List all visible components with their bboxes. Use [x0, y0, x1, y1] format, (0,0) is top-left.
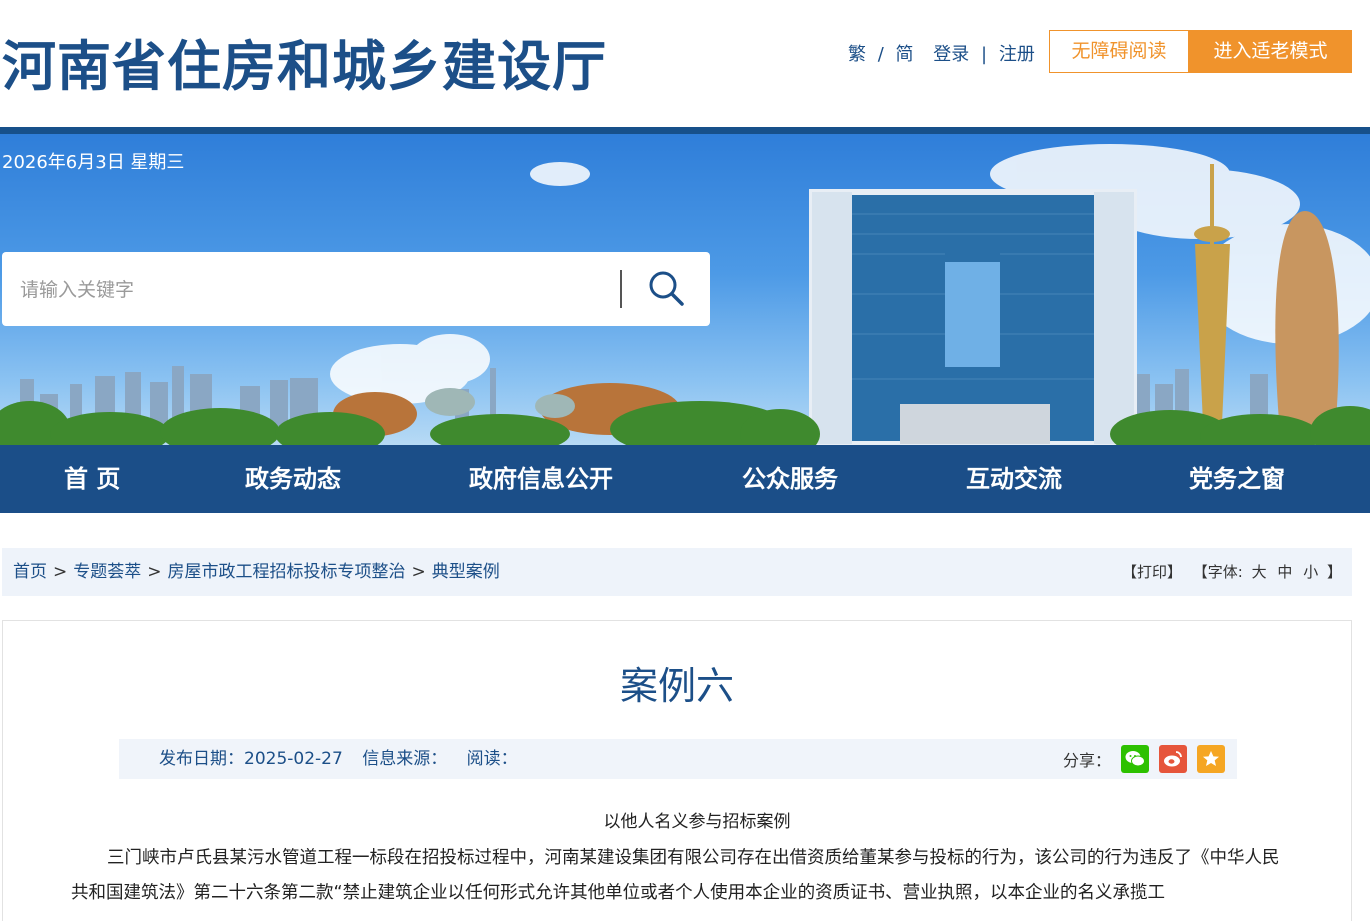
- nav-information-disclosure[interactable]: 政府信息公开: [469, 445, 613, 513]
- lang-separator: /: [877, 44, 884, 65]
- nav-home[interactable]: 首 页: [64, 445, 120, 513]
- breadcrumb-trail: 首页 > 专题荟萃 > 房屋市政工程招标投标专项整治 > 典型案例: [13, 548, 500, 596]
- font-size-label: 【字体:: [1192, 563, 1243, 581]
- accessible-reading-button[interactable]: 无障碍阅读: [1049, 30, 1189, 73]
- breadcrumb-separator: >: [411, 562, 426, 582]
- breadcrumb-topics[interactable]: 专题荟萃: [73, 562, 141, 582]
- article-meta: 发布日期：2025-02-27 信息来源： 阅读： 分享：: [119, 739, 1237, 779]
- publish-date: 发布日期：2025-02-27: [159, 749, 343, 769]
- share-label: 分享：: [1062, 751, 1111, 770]
- top-header: 河南省住房和城乡建设厅 繁 / 简 登录 | 注册 无障碍阅读 进入适老模式: [0, 0, 1370, 127]
- search-input[interactable]: [18, 266, 602, 314]
- article-container: 案例六 发布日期：2025-02-27 信息来源： 阅读： 分享： 以他人名义参…: [2, 620, 1352, 921]
- breadcrumb-separator: >: [53, 562, 68, 582]
- share-bar: 分享：: [1063, 745, 1225, 773]
- favorite-star-icon[interactable]: [1197, 745, 1225, 773]
- search-icon: [649, 271, 684, 306]
- font-medium-button[interactable]: 中: [1277, 563, 1292, 581]
- header-divider: [0, 127, 1370, 134]
- site-title[interactable]: 河南省住房和城乡建设厅: [2, 22, 607, 101]
- nav-government-news[interactable]: 政务动态: [245, 445, 341, 513]
- read-count: 阅读：: [466, 749, 518, 769]
- search-box: [2, 252, 710, 326]
- elder-mode-button[interactable]: 进入适老模式: [1189, 30, 1352, 73]
- wechat-share-icon[interactable]: [1121, 745, 1149, 773]
- breadcrumb-bidding-rectification[interactable]: 房屋市政工程招标投标专项整治: [168, 562, 406, 582]
- nav-public-services[interactable]: 公众服务: [742, 445, 838, 513]
- current-date: 2026年6月3日 星期三: [2, 152, 185, 173]
- banner: 2026年6月3日 星期三: [0, 134, 1370, 445]
- breadcrumb-separator: >: [147, 562, 162, 582]
- weibo-share-icon[interactable]: [1159, 745, 1187, 773]
- breadcrumb: 首页 > 专题荟萃 > 房屋市政工程招标投标专项整治 > 典型案例 【打印】 【字体: 大 …: [2, 548, 1352, 596]
- info-source: 信息来源：: [362, 749, 448, 769]
- breadcrumb-home[interactable]: 首页: [13, 562, 47, 582]
- traditional-chinese-link[interactable]: 繁: [848, 40, 866, 66]
- login-link[interactable]: 登录: [933, 40, 969, 66]
- meta-info: 发布日期：2025-02-27 信息来源： 阅读：: [159, 739, 532, 779]
- register-link[interactable]: 注册: [999, 40, 1035, 66]
- font-large-button[interactable]: 大: [1252, 563, 1267, 581]
- search-button[interactable]: [632, 262, 702, 316]
- main-nav: 首 页 政务动态 政府信息公开 公众服务 互动交流 党务之窗: [0, 445, 1370, 513]
- page-tools: 【打印】 【字体: 大 中 小 】: [1122, 548, 1342, 596]
- article-subtitle: 以他人名义参与招标案例: [603, 812, 791, 832]
- auth-separator: |: [981, 44, 988, 65]
- font-size-close: 】: [1326, 563, 1342, 581]
- article-body: 三门峡市卢氏县某污水管道工程一标段在招投标过程中，河南某建设集团有限公司存在出借…: [71, 848, 1280, 903]
- simplified-chinese-link[interactable]: 简: [896, 40, 914, 66]
- print-button[interactable]: 【打印】: [1122, 563, 1182, 581]
- search-divider: [620, 270, 622, 308]
- top-links: 繁 / 简 登录 | 注册: [848, 40, 1035, 66]
- font-small-button[interactable]: 小: [1303, 563, 1318, 581]
- nav-party-affairs[interactable]: 党务之窗: [1189, 445, 1285, 513]
- article-title: 案例六: [619, 664, 734, 708]
- nav-interaction[interactable]: 互动交流: [966, 445, 1062, 513]
- breadcrumb-typical-cases[interactable]: 典型案例: [432, 562, 500, 582]
